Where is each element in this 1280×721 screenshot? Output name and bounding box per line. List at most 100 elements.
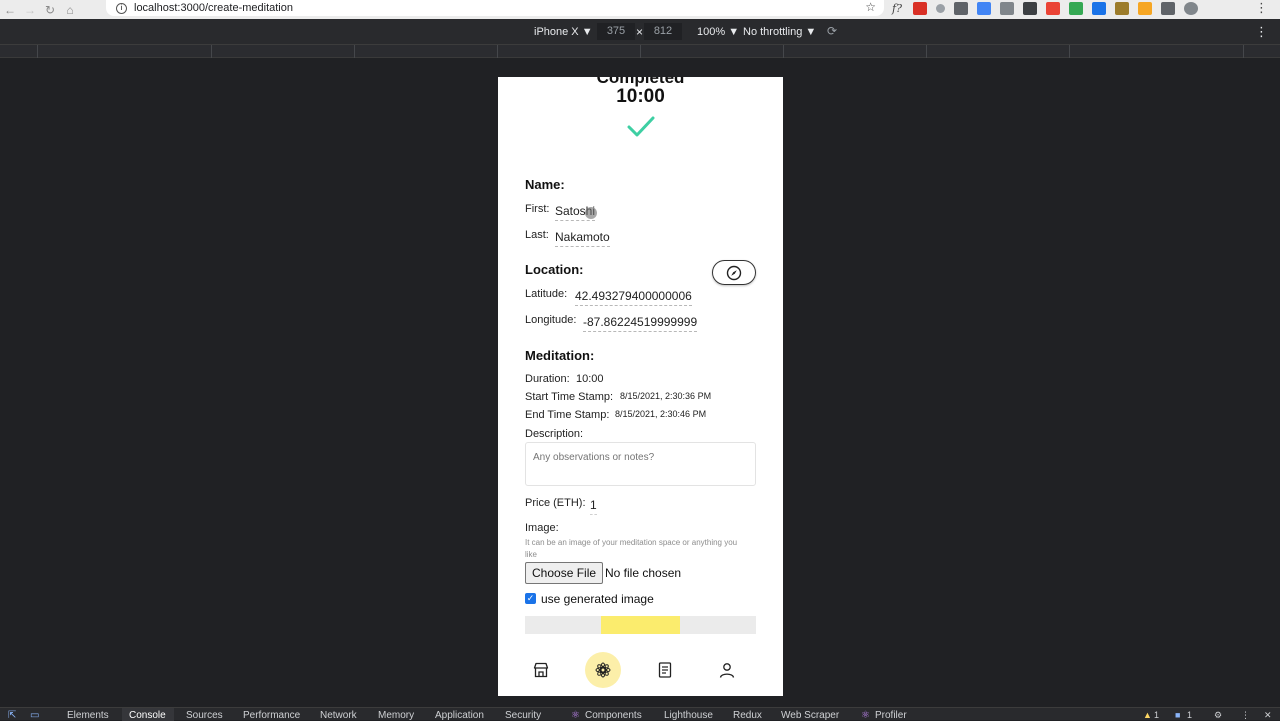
location-heading: Location: <box>525 262 584 277</box>
nav-profile[interactable] <box>709 652 745 688</box>
info-icon[interactable]: i <box>116 2 127 14</box>
tab-redux[interactable]: Redux <box>733 710 762 721</box>
extension-circle-icon[interactable] <box>936 3 945 13</box>
kebab-icon[interactable]: ⋮ <box>1255 0 1268 16</box>
extensions-row: f? <box>890 0 1198 16</box>
extension-cross-icon[interactable] <box>1046 1 1060 15</box>
device-toggle-icon[interactable]: ▭ <box>30 710 39 721</box>
react-profiler-icon: ⚛ <box>861 710 870 721</box>
device-toolbar: iPhone X ▼ 375 × 812 100% ▼ No throttlin… <box>0 19 1280 45</box>
start-timestamp-label: Start Time Stamp: <box>525 391 614 403</box>
document-icon <box>658 662 672 678</box>
tab-web-scraper[interactable]: Web Scraper <box>781 710 839 721</box>
latitude-field[interactable]: 42.493279400000006 <box>575 289 692 306</box>
last-name-label: Last: <box>525 229 549 241</box>
devtools-more-icon[interactable]: ⋮ <box>1241 710 1250 721</box>
duration-label: Duration: <box>525 373 570 385</box>
nav-journal[interactable] <box>647 652 683 688</box>
tab-elements[interactable]: Elements <box>67 710 109 721</box>
bookmark-star-icon[interactable]: ☆ <box>865 0 876 14</box>
device-more-icon[interactable]: ⋮ <box>1255 24 1268 40</box>
extension-blue-icon[interactable] <box>977 1 991 15</box>
latitude-label: Latitude: <box>525 288 568 300</box>
device-select[interactable]: iPhone X ▼ <box>534 26 593 38</box>
device-height-input[interactable]: 812 <box>644 23 682 40</box>
choose-file-button[interactable]: Choose File <box>525 562 604 584</box>
device-width-input[interactable]: 375 <box>597 23 635 40</box>
back-icon[interactable]: ← <box>0 0 20 19</box>
tab-security[interactable]: Security <box>505 710 541 721</box>
image-hint: It can be an image of your meditation sp… <box>525 538 738 559</box>
timer-display: 10:00 <box>616 86 665 107</box>
no-file-text: No file chosen <box>605 566 682 580</box>
metamask-icon[interactable] <box>1138 1 1152 15</box>
extension-red-icon[interactable] <box>913 1 927 15</box>
tab-sources[interactable]: Sources <box>186 710 223 721</box>
price-field[interactable]: 1 <box>590 498 597 515</box>
description-label: Description: <box>525 428 584 440</box>
browser-toolbar: ← → ↻ ⌂ i localhost:3000/create-meditati… <box>0 0 1280 19</box>
generated-image-label[interactable]: use generated image <box>541 592 654 606</box>
info-count[interactable]: 1 <box>1187 710 1192 720</box>
name-heading: Name: <box>525 177 565 192</box>
store-icon <box>533 662 549 678</box>
fx-extension-icon[interactable]: f? <box>890 2 904 15</box>
extension-c-icon[interactable] <box>1000 1 1014 15</box>
longitude-field[interactable]: -87.86224519999999 <box>583 315 698 332</box>
end-timestamp-label: End Time Stamp: <box>525 409 610 421</box>
tab-memory[interactable]: Memory <box>378 710 414 721</box>
description-input[interactable] <box>525 442 756 486</box>
checkmark-icon <box>627 116 655 137</box>
puzzle-icon[interactable] <box>1161 1 1175 15</box>
tab-console[interactable]: Console <box>129 710 166 721</box>
tab-lighthouse[interactable]: Lighthouse <box>664 710 713 721</box>
url-bar[interactable]: i localhost:3000/create-meditation ☆ <box>106 0 884 16</box>
progress-fill <box>601 616 680 634</box>
throttling-select[interactable]: No throttling ▼ <box>743 26 816 38</box>
phone-viewport: Completed 10:00 Name: First: Satoshi Las… <box>498 77 783 696</box>
settings-gear-icon[interactable]: ⚙ <box>1214 710 1222 721</box>
tab-profiler[interactable]: Profiler <box>875 710 907 721</box>
profile-icon[interactable] <box>1184 1 1198 15</box>
compass-icon <box>726 265 742 280</box>
extension-b-icon[interactable] <box>1092 1 1106 15</box>
first-name-label: First: <box>525 203 550 215</box>
dimension-separator: × <box>636 25 644 39</box>
tab-components[interactable]: Components <box>585 710 642 721</box>
meditation-icon <box>595 662 611 678</box>
tab-performance[interactable]: Performance <box>243 710 300 721</box>
extension-x-icon[interactable] <box>954 1 968 15</box>
generated-image-checkbox[interactable]: ✓ <box>525 593 536 604</box>
reload-icon[interactable]: ↻ <box>40 0 60 19</box>
meditation-heading: Meditation: <box>525 348 595 363</box>
inspect-icon[interactable]: ⇱ <box>8 710 16 721</box>
warning-count[interactable]: 1 <box>1154 710 1159 720</box>
last-name-field[interactable]: Nakamoto <box>555 230 610 247</box>
longitude-label: Longitude: <box>525 314 577 326</box>
devtools-tabs: ⇱ ▭ Elements Console Sources Performance… <box>0 707 1280 721</box>
start-timestamp-value: 8/15/2021, 2:30:36 PM <box>620 391 712 401</box>
zoom-select[interactable]: 100% ▼ <box>697 26 739 38</box>
forward-icon[interactable]: → <box>20 0 40 19</box>
locate-button[interactable] <box>712 260 756 285</box>
nav-marketplace[interactable] <box>523 652 559 688</box>
close-icon[interactable]: ✕ <box>1264 710 1272 721</box>
user-icon <box>719 663 735 678</box>
extension-dark-icon[interactable] <box>1023 1 1037 15</box>
tab-network[interactable]: Network <box>320 710 357 721</box>
end-timestamp-value: 8/15/2021, 2:30:46 PM <box>615 409 707 419</box>
info-icon: ■ <box>1175 710 1181 720</box>
progress-bar <box>525 616 756 634</box>
image-label: Image: <box>525 522 559 534</box>
bottom-nav <box>498 644 783 696</box>
ruler <box>0 45 1280 58</box>
duration-value: 10:00 <box>576 373 604 385</box>
extension-green-icon[interactable] <box>1069 1 1083 15</box>
extension-brown-icon[interactable] <box>1115 1 1129 15</box>
tab-application[interactable]: Application <box>435 710 484 721</box>
nav-meditate[interactable] <box>585 652 621 688</box>
url-text: localhost:3000/create-meditation <box>134 2 293 14</box>
home-icon[interactable]: ⌂ <box>60 0 80 19</box>
rotate-icon[interactable]: ⟳ <box>827 24 837 38</box>
react-components-icon: ⚛ <box>571 710 580 721</box>
